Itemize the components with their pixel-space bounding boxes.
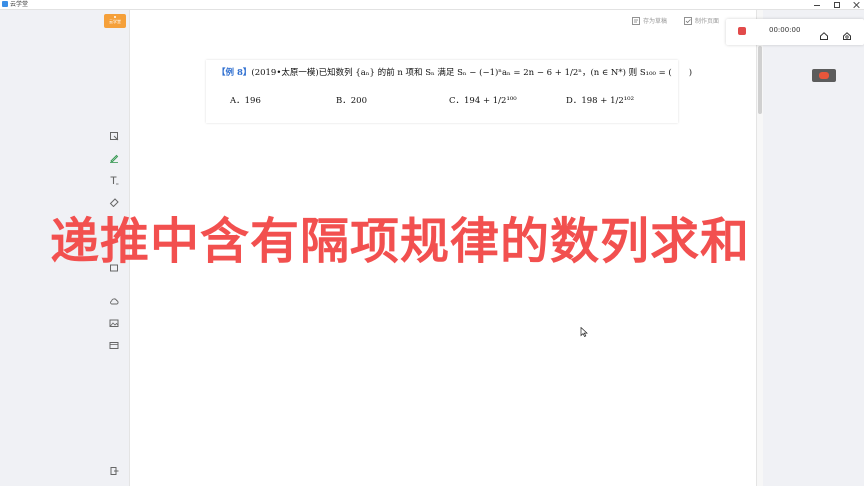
option-value: 200 [350, 96, 367, 106]
image-tool-icon[interactable] [109, 318, 119, 328]
option-label: C． [449, 96, 465, 106]
record-button[interactable] [738, 27, 746, 35]
option-value: 194 + 1/2¹⁰⁰ [464, 96, 517, 106]
text-tool-icon[interactable] [109, 175, 119, 185]
option-d: D．198 + 1/2¹⁰² [566, 94, 634, 106]
question-text: (2019•太原一模)已知数列 {aₙ} 的前 n 项和 Sₙ 满足 Sₙ − … [251, 68, 693, 78]
option-b: B．200 [336, 94, 367, 106]
logo-dot [114, 16, 116, 18]
app-icon [2, 1, 8, 7]
option-c: C．194 + 1/2¹⁰⁰ [449, 94, 517, 106]
window-controls [814, 0, 860, 9]
record-timer: 00:00:00 [769, 26, 801, 34]
option-value: 196 [244, 96, 261, 106]
app-name: 云学堂 [10, 1, 29, 8]
eraser-tool-icon[interactable] [109, 197, 119, 207]
home-icon[interactable] [819, 26, 829, 40]
option-a: A．196 [230, 94, 261, 106]
maximize-icon[interactable] [834, 1, 840, 8]
exit-tool-icon[interactable] [109, 466, 119, 476]
settings-icon[interactable] [842, 26, 852, 40]
question-stem: 【例 8】(2019•太原一模)已知数列 {aₙ} 的前 n 项和 Sₙ 满足 … [217, 66, 692, 78]
option-label: A． [230, 96, 245, 106]
note-icon [632, 16, 640, 25]
scrollbar-thumb[interactable] [758, 46, 762, 114]
pen-tool-icon[interactable] [109, 153, 119, 163]
option-label: D． [566, 96, 582, 106]
window-title-bar: 云学堂 [0, 0, 864, 10]
example-tag: 【例 8】 [217, 68, 252, 78]
mouse-cursor-icon [580, 327, 588, 337]
checkbox-icon [684, 16, 692, 25]
make-page-button[interactable]: 制作页面 [684, 16, 719, 25]
cloud-tool-icon[interactable] [109, 296, 119, 306]
widget-logo-icon [819, 72, 829, 79]
save-draft-label: 存为草稿 [643, 18, 668, 25]
make-page-label: 制作页面 [695, 18, 720, 25]
recorder-panel: 00:00:00 [726, 19, 864, 45]
option-value: 198 + 1/2¹⁰² [581, 96, 634, 106]
select-tool-icon[interactable] [109, 131, 119, 141]
lesson-headline: 递推中含有隔项规律的数列求和 [50, 213, 751, 270]
floating-widget[interactable] [812, 69, 836, 82]
option-label: B． [336, 96, 351, 106]
box-tool-icon[interactable] [109, 340, 119, 350]
save-draft-button[interactable]: 存为草稿 [632, 16, 667, 25]
close-icon[interactable] [854, 2, 860, 8]
question-card: 【例 8】(2019•太原一模)已知数列 {aₙ} 的前 n 项和 Sₙ 满足 … [206, 60, 692, 123]
logo-label: 云学堂 [109, 19, 121, 24]
app-logo: 云学堂 [104, 14, 126, 28]
minimize-icon[interactable] [814, 2, 820, 8]
